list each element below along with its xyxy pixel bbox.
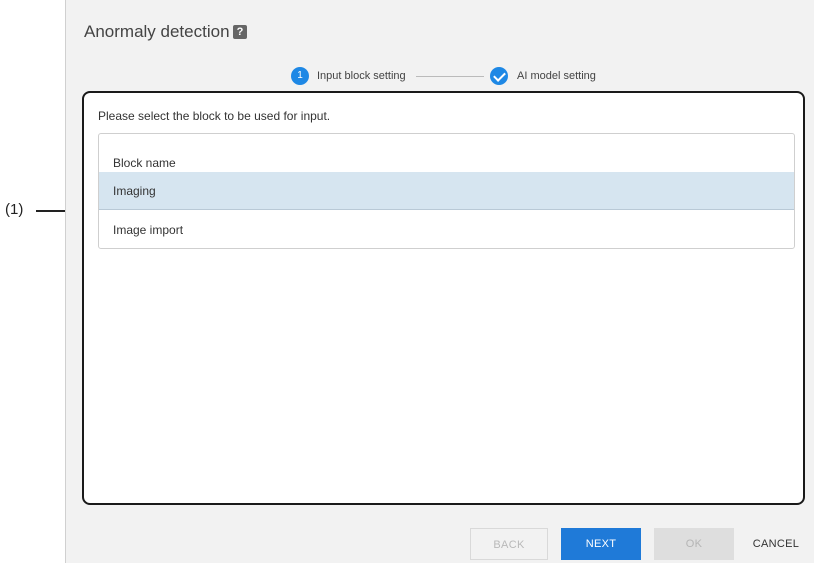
help-icon[interactable]: ? xyxy=(233,25,247,39)
instruction-text: Please select the block to be used for i… xyxy=(98,109,331,123)
ok-button[interactable]: OK xyxy=(654,528,734,560)
anomaly-detection-dialog: Anormaly detection ? 1 Input block setti… xyxy=(65,0,814,563)
table-row-image-import[interactable]: Image import xyxy=(99,211,794,249)
table-row-imaging[interactable]: Imaging xyxy=(99,172,794,210)
cancel-button[interactable]: CANCEL xyxy=(746,528,806,560)
callout-label: (1) xyxy=(5,201,24,218)
dialog-title: Anormaly detection xyxy=(84,22,230,41)
block-table: Block name Imaging Image import xyxy=(98,133,795,249)
check-icon xyxy=(490,67,508,85)
step-1-label: Input block setting xyxy=(317,70,406,82)
step-2-label: AI model setting xyxy=(517,70,596,82)
row-label: Imaging xyxy=(113,184,156,198)
column-header-block-name: Block name xyxy=(113,156,176,170)
row-label: Image import xyxy=(113,223,184,237)
back-button[interactable]: BACK xyxy=(470,528,548,560)
step-1-number: 1 xyxy=(291,67,309,85)
stepper: 1 Input block setting AI model setting xyxy=(66,66,814,86)
input-block-panel: Please select the block to be used for i… xyxy=(82,91,805,505)
step-connector xyxy=(416,76,484,77)
next-button[interactable]: NEXT xyxy=(561,528,641,560)
